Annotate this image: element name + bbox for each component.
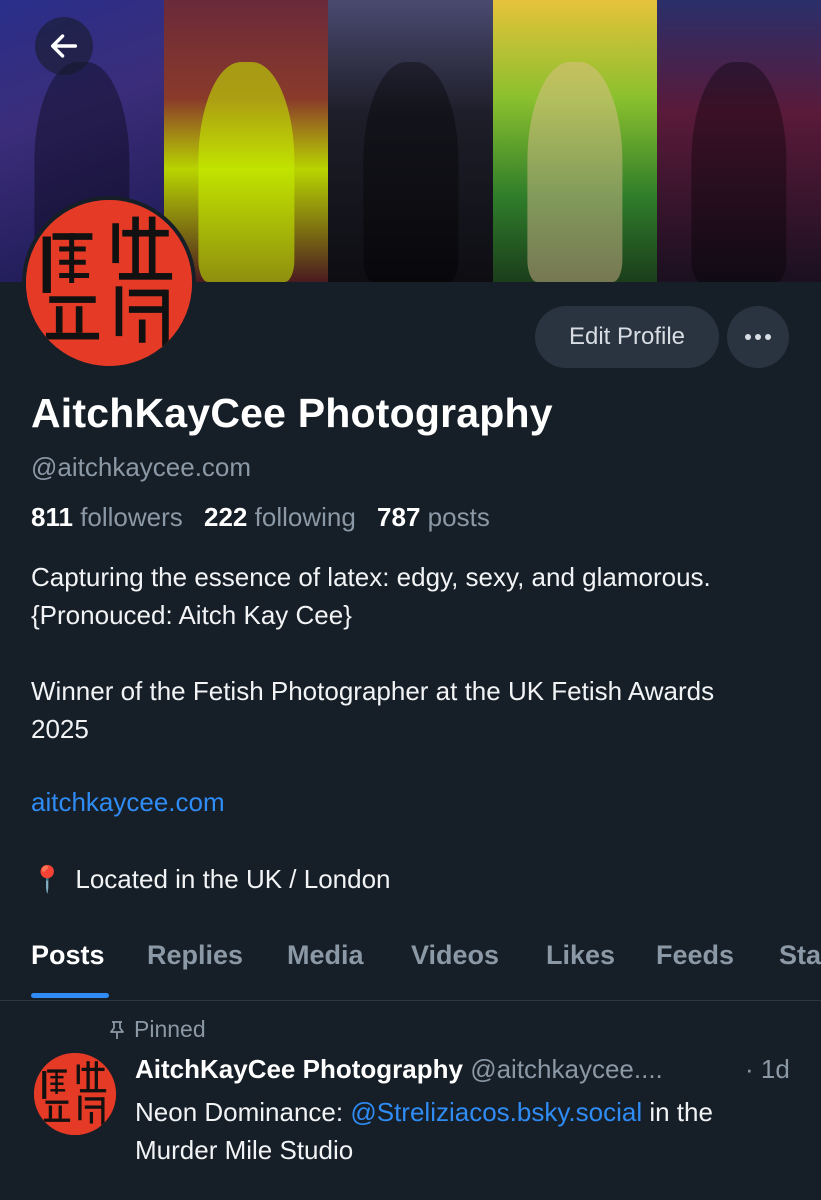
tab-posts[interactable]: Posts <box>31 940 105 971</box>
followers-link[interactable]: 811 followers <box>31 502 183 532</box>
post-header: AitchKayCee Photography @aitchkaycee.... <box>135 1054 663 1085</box>
profile-location: 📍 Located in the UK / London <box>31 864 391 895</box>
banner-photo-4 <box>492 0 657 282</box>
post-text-start: Neon Dominance: <box>135 1097 351 1127</box>
profile-stats: 811 followers 222 following 787 posts <box>31 502 490 533</box>
profile-tabs: Posts Replies Media Videos Likes Feeds S… <box>0 930 821 1001</box>
tab-media[interactable]: Media <box>287 940 364 971</box>
post-author-handle[interactable]: @aitchkaycee.... <box>470 1054 663 1084</box>
tab-feeds[interactable]: Feeds <box>656 940 734 971</box>
tab-starter-packs[interactable]: Starter Packs <box>779 940 821 971</box>
tab-likes[interactable]: Likes <box>546 940 615 971</box>
display-name: AitchKayCee Photography <box>31 390 553 436</box>
seal-logo-icon <box>34 1053 116 1135</box>
active-tab-indicator <box>31 993 109 998</box>
followers-count: 811 <box>31 502 73 532</box>
pinned-indicator: Pinned <box>108 1016 206 1043</box>
back-button[interactable] <box>35 17 93 75</box>
pin-icon <box>110 1020 124 1039</box>
banner-photo-5 <box>656 0 821 282</box>
tab-videos[interactable]: Videos <box>411 940 499 971</box>
following-count: 222 <box>204 502 248 532</box>
arrow-left-icon <box>50 34 78 58</box>
profile-bio: Capturing the essence of latex: edgy, se… <box>31 558 761 748</box>
tab-replies[interactable]: Replies <box>147 940 243 971</box>
ellipsis-icon <box>745 334 771 340</box>
posts-stat: 787 posts <box>377 502 490 532</box>
seal-logo-icon <box>26 200 192 366</box>
profile-avatar[interactable] <box>22 196 196 370</box>
following-label: following <box>254 502 356 532</box>
posts-label: posts <box>427 502 490 532</box>
post-author-avatar[interactable] <box>34 1053 116 1135</box>
post-timestamp[interactable]: · 1d <box>745 1054 790 1085</box>
post-mention-link[interactable]: @Streliziacos.bsky.social <box>350 1097 642 1127</box>
post-body[interactable]: Neon Dominance: @Streliziacos.bsky.socia… <box>135 1093 795 1169</box>
pinned-label: Pinned <box>134 1016 206 1042</box>
post-author-name[interactable]: AitchKayCee Photography <box>135 1054 463 1084</box>
more-options-button[interactable] <box>727 306 789 368</box>
location-pin-icon: 📍 <box>31 864 64 894</box>
followers-label: followers <box>80 502 183 532</box>
following-link[interactable]: 222 following <box>204 502 356 532</box>
bio-paragraph-2: Winner of the Fetish Photographer at the… <box>31 676 715 744</box>
posts-count: 787 <box>377 502 421 532</box>
banner-photo-2 <box>164 0 329 282</box>
banner-photo-3 <box>328 0 493 282</box>
bio-paragraph-1: Capturing the essence of latex: edgy, se… <box>31 562 711 630</box>
profile-handle: @aitchkaycee.com <box>31 452 252 482</box>
website-link[interactable]: aitchkaycee.com <box>31 787 225 818</box>
location-text: Located in the UK / London <box>75 864 391 894</box>
edit-profile-button[interactable]: Edit Profile <box>535 306 719 368</box>
